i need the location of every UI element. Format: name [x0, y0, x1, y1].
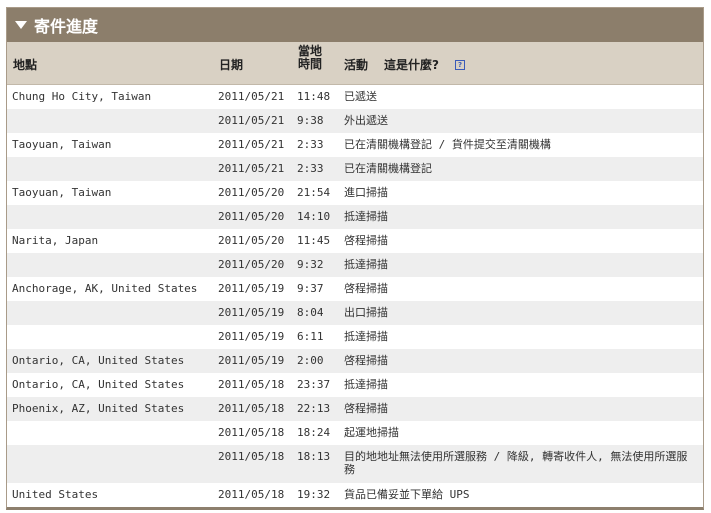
location-cell: Taoyuan, Taiwan: [12, 186, 112, 199]
table-row: 2011/05/18 18:24 起運地掃描: [7, 421, 703, 445]
activity-cell: 貨品已備妥並下單給 UPS: [344, 488, 470, 501]
date-cell: 2011/05/19: [218, 354, 285, 367]
time-cell: 2:00: [297, 354, 324, 367]
date-cell: 2011/05/21: [218, 138, 285, 151]
time-cell: 2:33: [297, 138, 324, 151]
location-cell: Anchorage, AK, United States: [12, 282, 198, 295]
time-cell: 23:37: [297, 378, 331, 391]
table-row: 2011/05/18 18:13 目的地地址無法使用所選服務 / 降級, 轉寄收件人…: [7, 445, 703, 483]
column-header-location: 地點: [13, 58, 38, 72]
time-cell: 9:37: [297, 282, 324, 295]
time-cell: 9:38: [297, 114, 324, 127]
time-cell: 11:48: [297, 90, 331, 103]
date-cell: 2011/05/21: [218, 114, 285, 127]
time-cell: 9:32: [297, 258, 324, 271]
time-cell: 18:24: [297, 426, 331, 439]
date-cell: 2011/05/18: [218, 426, 285, 439]
activity-cell: 抵達掃描: [344, 330, 388, 343]
activity-cell: 出口掃描: [344, 306, 388, 319]
date-cell: 2011/05/18: [218, 402, 285, 415]
activity-cell: 抵達掃描: [344, 210, 388, 223]
activity-cell: 啓程掃描: [344, 354, 388, 367]
date-cell: 2011/05/20: [218, 258, 285, 271]
column-header-date: 日期: [219, 58, 244, 72]
location-cell: Chung Ho City, Taiwan: [12, 90, 152, 103]
table-row: 2011/05/21 9:38 外出遞送: [7, 109, 703, 133]
shipment-progress-panel: 寄件進度 地點 日期 當地時間 活動 這是什麼? ? Chung Ho City…: [6, 7, 704, 510]
activity-cell: 抵達掃描: [344, 258, 388, 271]
table-row: 2011/05/20 9:32 抵達掃描: [7, 253, 703, 277]
panel-header[interactable]: 寄件進度: [7, 8, 703, 42]
location-cell: Ontario, CA, United States: [12, 354, 185, 367]
table-row: Taoyuan, Taiwan 2011/05/20 21:54 進口掃描: [7, 181, 703, 205]
table-row: 2011/05/19 6:11 抵達掃描: [7, 325, 703, 349]
table-row: 2011/05/19 8:04 出口掃描: [7, 301, 703, 325]
table-row: United States 2011/05/18 19:32 貨品已備妥並下單給 UP…: [7, 483, 703, 507]
date-cell: 2011/05/20: [218, 210, 285, 223]
activity-cell: 抵達掃描: [344, 378, 388, 391]
activity-cell: 進口掃描: [344, 186, 388, 199]
date-cell: 2011/05/21: [218, 162, 285, 175]
time-cell: 2:33: [297, 162, 324, 175]
time-cell: 22:13: [297, 402, 331, 415]
table-row: Ontario, CA, United States 2011/05/19 2:00…: [7, 349, 703, 373]
activity-cell: 啓程掃描: [344, 282, 388, 295]
activity-cell: 起運地掃描: [344, 426, 399, 439]
date-cell: 2011/05/20: [218, 234, 285, 247]
date-cell: 2011/05/18: [218, 378, 285, 391]
date-cell: 2011/05/19: [218, 282, 285, 295]
time-cell: 14:10: [297, 210, 331, 223]
activity-cell: 啓程掃描: [344, 234, 388, 247]
what-is-this-label: 這是什麼?: [384, 58, 439, 72]
location-cell: United States: [12, 488, 99, 501]
date-cell: 2011/05/19: [218, 330, 285, 343]
date-cell: 2011/05/19: [218, 306, 285, 319]
date-cell: 2011/05/18: [218, 450, 285, 463]
table-row: Anchorage, AK, United States 2011/05/19 9:…: [7, 277, 703, 301]
location-cell: Ontario, CA, United States: [12, 378, 185, 391]
time-cell: 19:32: [297, 488, 331, 501]
location-cell: Narita, Japan: [12, 234, 99, 247]
time-cell: 6:11: [297, 330, 324, 343]
activity-cell: 已遞送: [344, 90, 377, 103]
activity-cell: 外出遞送: [344, 114, 388, 127]
table-row: 2011/05/20 14:10 抵達掃描: [7, 205, 703, 229]
panel-title: 寄件進度: [34, 17, 99, 36]
table-row: Ontario, CA, United States 2011/05/18 23:3…: [7, 373, 703, 397]
collapse-triangle-icon[interactable]: [15, 21, 27, 29]
date-cell: 2011/05/18: [218, 488, 285, 501]
column-header-local-time: 當地時間: [298, 44, 323, 71]
date-cell: 2011/05/20: [218, 186, 285, 199]
location-cell: Phoenix, AZ, United States: [12, 402, 185, 415]
activity-cell: 已在清關機構登記 / 貨件提交至清關機構: [344, 138, 551, 151]
column-header-activity: 活動: [344, 58, 369, 72]
date-cell: 2011/05/21: [218, 90, 285, 103]
help-icon[interactable]: ?: [455, 60, 465, 70]
table-row: Taoyuan, Taiwan 2011/05/21 2:33 已在清關機構登記 / …: [7, 133, 703, 157]
table-header: 地點 日期 當地時間 活動 這是什麼? ?: [7, 42, 703, 85]
time-cell: 8:04: [297, 306, 324, 319]
table-row: Phoenix, AZ, United States 2011/05/18 22:1…: [7, 397, 703, 421]
activity-cell: 目的地地址無法使用所選服務 / 降級, 轉寄收件人, 無法使用所選服務: [344, 450, 688, 476]
table-row: Narita, Japan 2011/05/20 11:45 啓程掃描: [7, 229, 703, 253]
activity-cell: 啓程掃描: [344, 402, 388, 415]
table-row: Chung Ho City, Taiwan 2011/05/21 11:48 已遞送: [7, 85, 703, 109]
time-cell: 18:13: [297, 450, 331, 463]
activity-cell: 已在清關機構登記: [344, 162, 432, 175]
time-cell: 11:45: [297, 234, 331, 247]
time-cell: 21:54: [297, 186, 331, 199]
table-row: 2011/05/21 2:33 已在清關機構登記: [7, 157, 703, 181]
location-cell: Taoyuan, Taiwan: [12, 138, 112, 151]
tracking-table-body: Chung Ho City, Taiwan 2011/05/21 11:48 已遞送 2…: [7, 85, 703, 507]
